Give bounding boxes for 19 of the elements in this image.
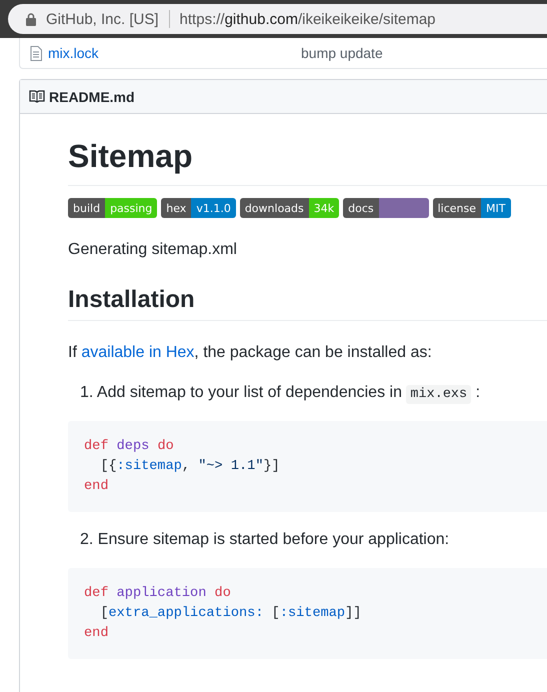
lock-icon [26, 12, 36, 26]
hex-link[interactable]: available in Hex [81, 344, 194, 361]
file-link[interactable]: mix.lock [48, 45, 301, 61]
step-text: 2. Ensure sitemap is started before your application: [79, 530, 450, 550]
commit-message: bump update [301, 45, 383, 61]
file-icon [30, 46, 42, 60]
description: Generating sitemap.xml [68, 240, 238, 260]
code-block: def deps do [{:sitemap, "~> 1.1"}] end [68, 421, 547, 512]
inline-code: mix.exs [406, 385, 472, 404]
step-text: 1. Add sitemap to your list of dependencies in mix.exs : [79, 383, 482, 406]
book-icon [29, 90, 45, 103]
intro-paragraph: If available in Hex, the package can be installed as: [68, 343, 433, 363]
url-text: https://github.com/ikeikeikeike/sitemap [180, 10, 436, 28]
section-heading: Installation [68, 286, 547, 321]
code-block: def application do [extra_applications: [:sitemap]] end [68, 568, 547, 660]
site-identity: GitHub, Inc. [US] [46, 10, 159, 28]
readme-filename: README.md [49, 88, 135, 104]
readme-title: Sitemap [68, 138, 547, 186]
address-bar[interactable]: GitHub, Inc. [US] https://github.com/ikeikeikeike/sitemap [8, 4, 547, 34]
